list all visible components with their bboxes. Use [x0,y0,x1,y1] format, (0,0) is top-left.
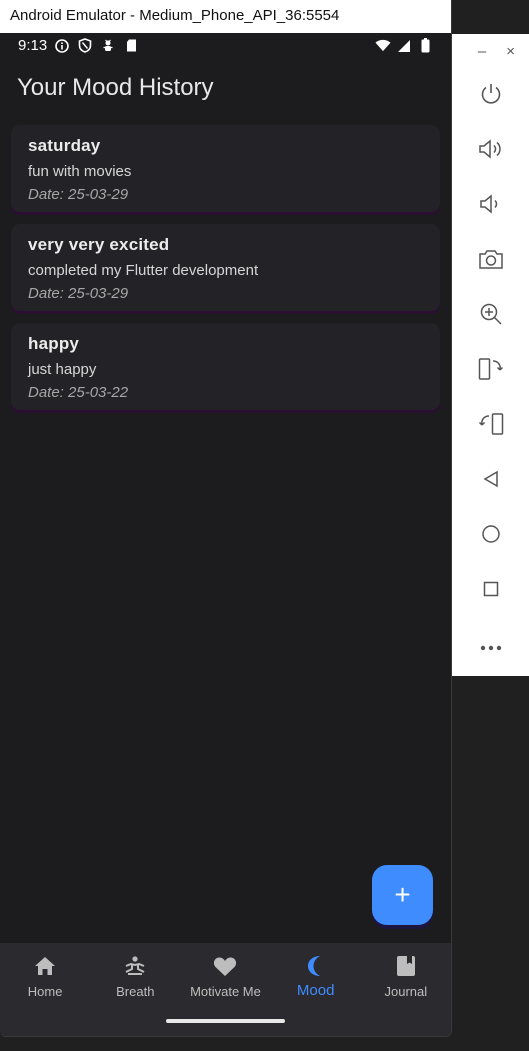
mood-description: completed my Flutter development [28,262,259,279]
add-mood-button[interactable]: + [372,865,433,925]
zoom-button[interactable] [452,289,529,344]
mood-date: Date: 25-03-22 [28,384,129,401]
more-icon [480,638,502,656]
desktop: Android Emulator - Medium_Phone_API_36:5… [0,0,529,1051]
moon-icon [303,953,329,979]
back-button[interactable] [452,454,529,509]
info-icon [54,38,70,54]
power-button[interactable] [452,69,529,124]
status-bar: 9:13 [0,33,451,58]
zoom-icon [479,302,503,331]
window-title: Android Emulator - Medium_Phone_API_36:5… [0,0,451,33]
nav-item-home[interactable]: Home [0,943,90,1036]
heart-icon [212,953,238,979]
volume-up-icon [478,138,504,165]
home-icon [32,953,58,979]
mood-card[interactable]: happy just happy Date: 25-03-22 [11,323,440,410]
phone-screen: 9:13 Your Mood History saturday fun with… [0,33,451,1036]
mood-description: fun with movies [28,163,132,180]
journal-icon [393,953,419,979]
page-title: Your Mood History [17,74,214,101]
rotate-left-icon [478,357,504,386]
mood-date: Date: 25-03-29 [28,285,129,302]
shield-icon [77,38,93,54]
nav-label: Breath [116,984,155,999]
nav-label: Home [27,984,63,999]
volume-down-icon [479,193,503,220]
volume-down-button[interactable] [452,179,529,234]
mood-card[interactable]: saturday fun with movies Date: 25-03-29 [11,125,440,212]
battery-icon [417,38,433,54]
mood-title: happy [28,334,80,353]
overview-button[interactable] [452,564,529,619]
sd-card-icon [123,38,139,54]
rotate-right-icon [478,412,504,441]
mood-title: saturday [28,136,101,155]
volume-up-button[interactable] [452,124,529,179]
signal-icon [396,38,412,54]
screenshot-button[interactable] [452,234,529,289]
nav-item-journal[interactable]: Journal [361,943,451,1036]
power-icon [479,82,503,111]
home-circle-icon [481,524,501,549]
status-time: 9:13 [18,37,48,54]
camera-icon [478,248,504,275]
mood-list: saturday fun with movies Date: 25-03-29 … [11,125,440,422]
emulator-side-toolbar: – × [452,34,529,676]
mood-description: just happy [28,361,97,378]
mood-card[interactable]: very very excited completed my Flutter d… [11,224,440,311]
back-icon [482,470,500,493]
rotate-right-button[interactable] [452,399,529,454]
mood-title: very very excited [28,235,170,254]
mood-date: Date: 25-03-29 [28,186,129,203]
nav-item-mood[interactable]: Mood [271,943,361,1036]
more-button[interactable] [452,619,529,674]
emulator-window: Android Emulator - Medium_Phone_API_36:5… [0,0,452,1037]
close-button[interactable]: × [506,43,515,60]
minimize-button[interactable]: – [478,43,486,60]
overview-icon [482,580,500,603]
android-debug-icon [100,38,116,54]
nav-label: Motivate Me [190,984,261,999]
rotate-left-button[interactable] [452,344,529,399]
nav-label: Journal [384,984,428,999]
add-icon: + [394,879,411,910]
home-button[interactable] [452,509,529,564]
wifi-icon [375,38,391,54]
meditation-icon [122,953,148,979]
gesture-handle[interactable] [166,1019,285,1023]
nav-label: Mood [296,982,335,999]
